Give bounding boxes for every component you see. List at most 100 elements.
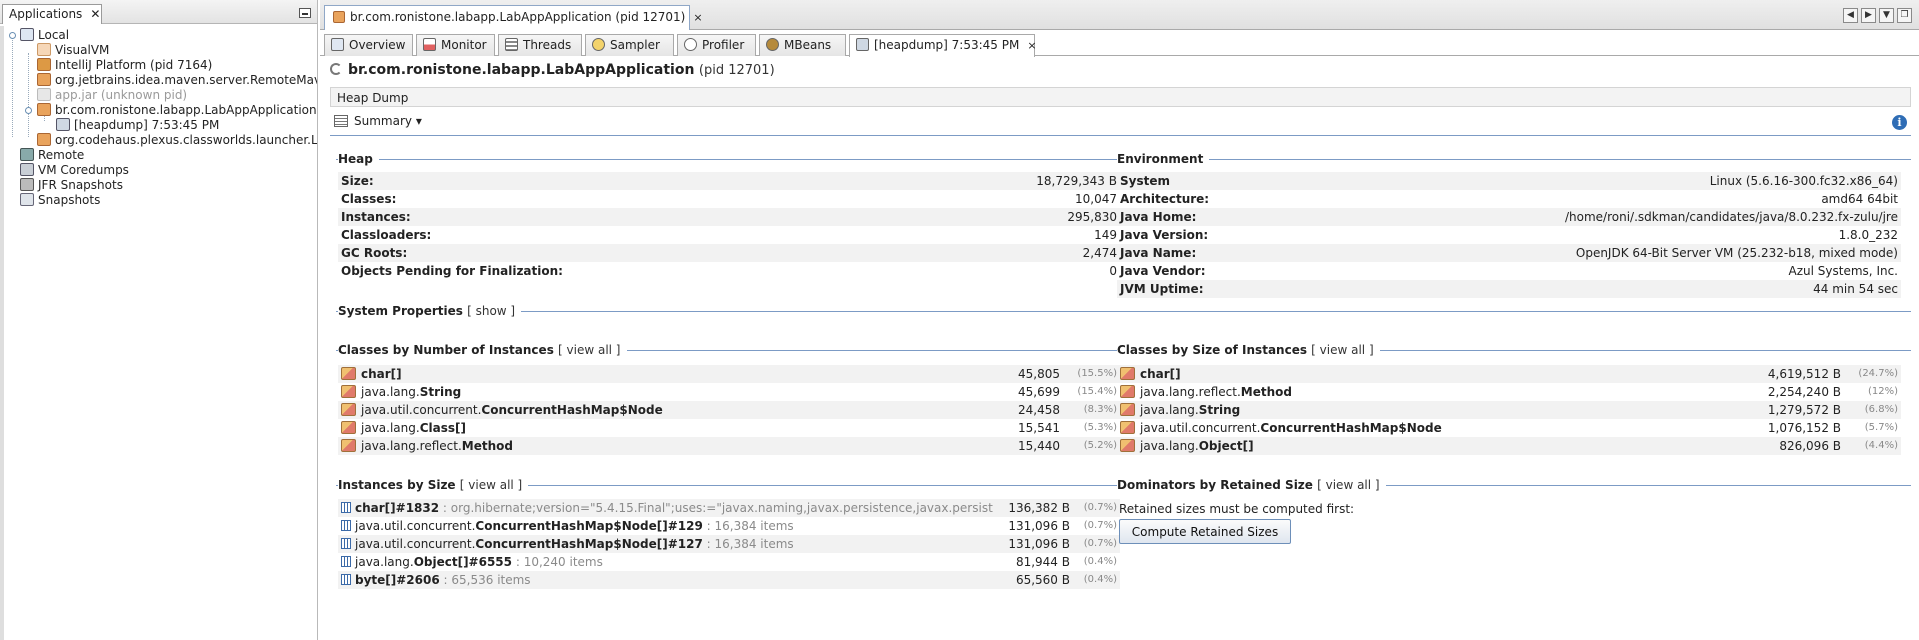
- heap-section-title: Heap: [338, 152, 379, 166]
- document-tab-labapp[interactable]: br.com.ronistone.labapp.LabAppApplicatio…: [324, 5, 703, 30]
- close-icon[interactable]: ✕: [90, 7, 100, 21]
- tab-list-icon[interactable]: ▼: [1879, 8, 1894, 23]
- table-row[interactable]: java.util.concurrent.ConcurrentHashMap$N…: [338, 535, 1120, 553]
- instance-icon: [341, 556, 351, 567]
- heap-row: Classes: 10,047: [341, 192, 1117, 206]
- class-icon: [1120, 421, 1135, 434]
- tab-threads[interactable]: Threads: [498, 34, 582, 56]
- coredump-icon: [20, 163, 34, 176]
- environment-row: Java Version: 1.8.0_232: [1120, 228, 1898, 242]
- heapdump-icon: [56, 118, 70, 131]
- tab-monitor[interactable]: Monitor: [416, 34, 495, 56]
- applications-tab-label: Applications: [9, 7, 83, 21]
- table-row[interactable]: java.util.concurrent.ConcurrentHashMap$N…: [338, 401, 1120, 419]
- info-icon[interactable]: i: [1892, 115, 1907, 130]
- heap-row: Objects Pending for Finalization: 0: [341, 264, 1117, 278]
- tab-heapdump[interactable]: [heapdump] 7:53:45 PM ×: [849, 34, 1037, 57]
- view-all-link[interactable]: [ view all ]: [1311, 343, 1373, 357]
- table-row[interactable]: java.lang.reflect.Method 15,440 (5.2%): [338, 437, 1120, 455]
- table-row[interactable]: byte[]#2606 : 65,536 items 65,560 B (0.4%): [338, 571, 1120, 589]
- table-row[interactable]: java.util.concurrent.ConcurrentHashMap$N…: [338, 517, 1120, 535]
- expand-toggle[interactable]: [9, 32, 16, 39]
- view-all-link[interactable]: [ view all ]: [460, 478, 522, 492]
- class-icon: [341, 421, 356, 434]
- table-row[interactable]: java.lang.String 1,279,572 B (6.8%): [1117, 401, 1901, 419]
- instance-icon: [341, 538, 351, 549]
- applications-panel: Applications ✕ Local VisualVM IntelliJ Pl…: [0, 0, 318, 640]
- jfr-snapshot-icon: [20, 178, 34, 191]
- table-row[interactable]: java.lang.String 45,699 (15.4%): [338, 383, 1120, 401]
- class-icon: [1120, 385, 1135, 398]
- threads-icon: [505, 38, 518, 51]
- show-system-properties-link[interactable]: [ show ]: [467, 304, 515, 318]
- applications-tree: Local VisualVM IntelliJ Platform (pid 71…: [0, 26, 317, 640]
- environment-section-title: Environment: [1117, 152, 1210, 166]
- snapshot-icon: [20, 193, 34, 206]
- environment-row: Architecture: amd64 64bit: [1120, 192, 1898, 206]
- close-icon[interactable]: ×: [1027, 39, 1036, 52]
- sampler-icon: [592, 38, 605, 51]
- heapdump-icon: [856, 38, 869, 51]
- table-row[interactable]: java.lang.Object[] 826,096 B (4.4%): [1117, 437, 1901, 455]
- table-row[interactable]: java.lang.Class[] 15,541 (5.3%): [338, 419, 1120, 437]
- class-icon: [341, 403, 356, 416]
- close-icon[interactable]: ×: [693, 11, 702, 24]
- class-icon: [1120, 403, 1135, 416]
- table-row[interactable]: java.util.concurrent.ConcurrentHashMap$N…: [1117, 419, 1901, 437]
- summary-dropdown[interactable]: Summary ▾: [334, 114, 422, 128]
- classes-by-size-section-title: Classes by Size of Instances [ view all …: [1117, 343, 1380, 357]
- tab-overview[interactable]: Overview: [324, 34, 413, 56]
- visualvm-icon: [37, 43, 51, 56]
- applications-header: Applications ✕: [0, 0, 317, 24]
- heapdump-header: Heap Dump: [330, 87, 1911, 107]
- heap-row: Classloaders: 149: [341, 228, 1117, 242]
- expand-toggle[interactable]: [25, 107, 32, 114]
- loading-spinner-icon: [330, 63, 342, 75]
- table-row[interactable]: char[]#1832 : org.hibernate;version="5.4…: [338, 499, 1120, 517]
- table-row[interactable]: java.lang.Object[]#6555 : 10,240 items 81…: [338, 553, 1120, 571]
- table-row[interactable]: char[] 4,619,512 B (24.7%): [1117, 365, 1901, 383]
- scroll-left-icon[interactable]: ◀: [1843, 8, 1858, 23]
- dominators-section-title: Dominators by Retained Size [ view all ]: [1117, 478, 1386, 492]
- java-app-icon: [37, 88, 51, 101]
- computer-icon: [20, 28, 34, 41]
- tree-node-snapshots[interactable]: Snapshots: [20, 191, 100, 209]
- applications-tab[interactable]: Applications ✕: [2, 4, 102, 24]
- heap-row: Size: 18,729,343 B: [338, 172, 1120, 190]
- classes-by-number-section-title: Classes by Number of Instances [ view al…: [338, 343, 627, 357]
- instance-icon: [341, 502, 351, 513]
- class-icon: [341, 439, 356, 452]
- java-app-icon: [37, 133, 51, 146]
- instances-by-size-section-title: Instances by Size [ view all ]: [338, 478, 529, 492]
- scroll-right-icon[interactable]: ▶: [1861, 8, 1876, 23]
- class-icon: [1120, 367, 1135, 380]
- page-title: br.com.ronistone.labapp.LabAppApplicatio…: [330, 62, 775, 78]
- view-all-link[interactable]: [ view all ]: [1317, 478, 1379, 492]
- environment-row: JVM Uptime: 44 min 54 sec: [1117, 280, 1901, 298]
- document-tab-label: br.com.ronistone.labapp.LabAppApplicatio…: [350, 10, 686, 24]
- java-app-icon: [37, 103, 51, 116]
- chevron-down-icon: ▾: [415, 114, 422, 128]
- summary-toolbar: Summary ▾ i: [330, 110, 1911, 136]
- java-app-icon: [37, 73, 51, 86]
- retained-sizes-note: Retained sizes must be computed first:: [1119, 502, 1355, 516]
- environment-row: Java Name: OpenJDK 64-Bit Server VM (25.2…: [1117, 244, 1901, 262]
- tab-sampler[interactable]: Sampler: [585, 34, 674, 56]
- restore-window-icon[interactable]: ❐: [1897, 8, 1912, 23]
- view-all-link[interactable]: [ view all ]: [558, 343, 620, 357]
- profiler-icon: [684, 38, 697, 51]
- environment-row: Java Home:/home/roni/.sdkman/candidates/…: [1117, 208, 1901, 226]
- environment-row: Java Vendor: Azul Systems, Inc.: [1120, 264, 1898, 278]
- mbeans-icon: [766, 38, 779, 51]
- monitor-icon: [423, 38, 436, 51]
- table-row[interactable]: char[] 45,805 (15.5%): [338, 365, 1120, 383]
- minimize-icon[interactable]: [299, 8, 311, 18]
- compute-retained-sizes-button[interactable]: Compute Retained Sizes: [1119, 519, 1291, 544]
- heap-row: GC Roots: 2,474: [338, 244, 1120, 262]
- class-icon: [341, 367, 356, 380]
- tab-profiler[interactable]: Profiler: [677, 34, 756, 56]
- table-row[interactable]: java.lang.reflect.Method 2,254,240 B (12%): [1117, 383, 1901, 401]
- document-tabbar: br.com.ronistone.labapp.LabAppApplicatio…: [320, 0, 1919, 30]
- environment-row: System Linux (5.6.16-300.fc32.x86_64): [1117, 172, 1901, 190]
- tab-mbeans[interactable]: MBeans: [759, 34, 846, 56]
